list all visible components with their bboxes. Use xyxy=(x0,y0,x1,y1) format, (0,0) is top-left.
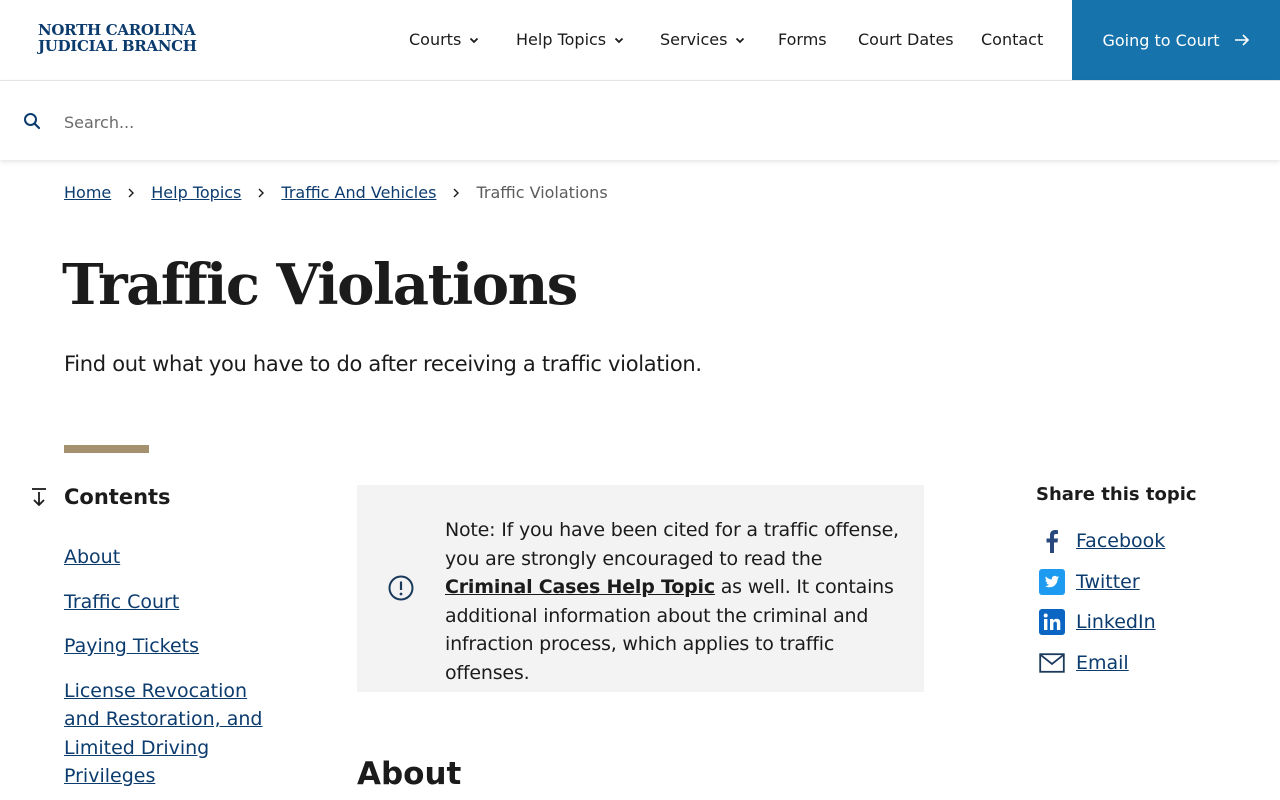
breadcrumb-help-topics[interactable]: Help Topics xyxy=(151,183,241,202)
share-item: Email xyxy=(1038,648,1165,678)
note-callout: Note: If you have been cited for a traff… xyxy=(357,485,924,692)
share-facebook-link[interactable]: Facebook xyxy=(1076,530,1165,552)
arrow-down-to-line-icon xyxy=(32,488,46,507)
page-title: Traffic Violations xyxy=(62,252,578,318)
criminal-cases-link[interactable]: Criminal Cases Help Topic xyxy=(445,576,715,598)
note-text-before: Note: If you have been cited for a traff… xyxy=(445,519,899,570)
share-linkedin-link[interactable]: LinkedIn xyxy=(1076,611,1156,633)
nav-forms-label: Forms xyxy=(778,30,827,49)
chevron-right-icon xyxy=(453,188,460,197)
chevron-down-icon xyxy=(470,37,479,43)
logo-line-1: NORTH CAROLINA xyxy=(38,21,196,39)
going-to-court-label: Going to Court xyxy=(1102,30,1220,50)
share-item: LinkedIn xyxy=(1038,607,1165,637)
facebook-icon xyxy=(1038,528,1066,554)
nav-services[interactable]: Services xyxy=(660,30,745,49)
breadcrumb-current: Traffic Violations xyxy=(476,183,608,202)
toc-link-traffic-court[interactable]: Traffic Court xyxy=(64,591,179,613)
share-twitter-link[interactable]: Twitter xyxy=(1076,571,1140,593)
twitter-icon xyxy=(1038,568,1066,595)
toc-item: About xyxy=(64,543,264,572)
toc-item: License Revocation and Restoration, and … xyxy=(64,677,264,791)
page-subtitle: Find out what you have to do after recei… xyxy=(64,352,702,376)
toc-link-paying-tickets[interactable]: Paying Tickets xyxy=(64,635,199,657)
linkedin-icon xyxy=(1038,609,1066,635)
nav-courts-label: Courts xyxy=(409,30,462,49)
share-list: Facebook Twitter LinkedIn Email xyxy=(1038,526,1165,688)
nav-courts[interactable]: Courts xyxy=(409,30,479,49)
nav-services-label: Services xyxy=(660,30,728,49)
nav-contact-label: Contact xyxy=(981,30,1044,49)
share-email-link[interactable]: Email xyxy=(1076,652,1129,674)
site-header: NORTH CAROLINA JUDICIAL BRANCH Courts He… xyxy=(0,0,1280,80)
logo-line-2: JUDICIAL BRANCH xyxy=(38,37,197,55)
toc-link-about[interactable]: About xyxy=(64,546,120,568)
nav-forms[interactable]: Forms xyxy=(778,30,827,49)
arrow-right-icon xyxy=(1234,34,1249,46)
chevron-down-icon xyxy=(615,37,624,43)
going-to-court-button[interactable]: Going to Court xyxy=(1072,0,1280,80)
search-icon[interactable] xyxy=(23,112,41,130)
site-logo[interactable]: NORTH CAROLINA JUDICIAL BRANCH xyxy=(38,22,197,54)
accent-divider xyxy=(64,445,149,453)
share-item: Facebook xyxy=(1038,526,1165,556)
contents-heading[interactable]: Contents xyxy=(30,485,171,509)
note-text: Note: If you have been cited for a traff… xyxy=(445,516,905,688)
chevron-down-icon xyxy=(736,37,745,43)
share-item: Twitter xyxy=(1038,567,1165,597)
nav-contact[interactable]: Contact xyxy=(981,30,1043,49)
toc-item: Paying Tickets xyxy=(64,632,264,661)
contents-title: Contents xyxy=(64,485,171,509)
search-bar xyxy=(0,80,1280,160)
email-icon xyxy=(1038,650,1066,676)
breadcrumb-traffic-and-vehicles[interactable]: Traffic And Vehicles xyxy=(281,183,436,202)
breadcrumb: Home Help Topics Traffic And Vehicles Tr… xyxy=(64,183,608,202)
nav-help-topics-label: Help Topics xyxy=(516,30,607,49)
section-heading-about: About xyxy=(357,756,462,792)
share-title: Share this topic xyxy=(1036,484,1197,505)
toc-item: Traffic Court xyxy=(64,588,264,617)
search-input[interactable] xyxy=(64,105,1244,139)
nav-court-dates[interactable]: Court Dates xyxy=(858,30,954,49)
chevron-right-icon xyxy=(128,188,135,197)
table-of-contents: About Traffic Court Paying Tickets Licen… xyxy=(64,543,264,800)
nav-help-topics[interactable]: Help Topics xyxy=(516,30,624,49)
breadcrumb-home[interactable]: Home xyxy=(64,183,111,202)
toc-link-license-revocation[interactable]: License Revocation and Restoration, and … xyxy=(64,680,262,788)
chevron-right-icon xyxy=(258,188,265,197)
alert-circle-icon xyxy=(388,575,414,601)
nav-court-dates-label: Court Dates xyxy=(858,30,954,49)
